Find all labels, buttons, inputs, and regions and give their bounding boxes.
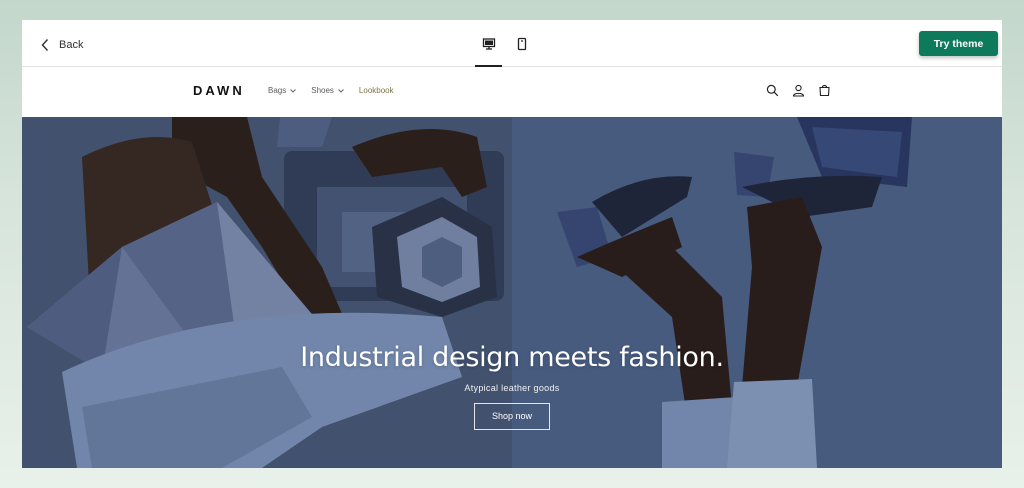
mobile-view-button[interactable] <box>508 20 535 67</box>
back-label: Back <box>59 39 84 51</box>
preview-toolbar: Back Try theme <box>22 20 1002 67</box>
shop-now-button[interactable]: Shop now <box>474 403 550 430</box>
nav-item-label: Lookbook <box>358 86 394 95</box>
try-theme-button[interactable]: Try theme <box>919 31 998 56</box>
device-switcher <box>475 20 541 67</box>
hero-content: Industrial design meets fashion. Atypica… <box>22 342 1002 430</box>
account-button[interactable] <box>791 82 805 98</box>
mobile-icon <box>517 37 526 50</box>
chevron-down-icon <box>338 88 344 93</box>
chevron-down-icon <box>290 88 297 93</box>
nav-item-label: Shoes <box>311 86 334 95</box>
theme-preview-frame: Back Try theme DAWN Bags Shoes Lookbook … <box>22 20 1002 468</box>
header-actions <box>765 82 831 98</box>
search-icon <box>766 84 778 96</box>
nav-item-shoes[interactable]: Shoes <box>311 86 344 95</box>
hero-subtitle: Atypical leather goods <box>464 383 560 393</box>
account-icon <box>792 84 804 97</box>
nav-item-label: Bags <box>268 86 287 95</box>
search-button[interactable] <box>765 82 779 98</box>
store-logo[interactable]: DAWN <box>193 83 245 98</box>
hero-banner: Industrial design meets fashion. Atypica… <box>22 117 1002 468</box>
desktop-icon <box>482 37 495 50</box>
nav-item-lookbook[interactable]: Lookbook <box>359 86 394 95</box>
store-header: DAWN Bags Shoes Lookbook <box>22 67 1002 117</box>
nav-item-bags[interactable]: Bags <box>268 86 297 95</box>
hero-title: Industrial design meets fashion. <box>300 342 724 373</box>
cart-button[interactable] <box>817 82 831 98</box>
main-nav: Bags Shoes Lookbook <box>268 86 394 95</box>
desktop-view-button[interactable] <box>475 20 502 67</box>
chevron-left-icon <box>41 39 49 51</box>
back-button[interactable]: Back <box>40 36 83 54</box>
cart-icon <box>818 84 830 96</box>
